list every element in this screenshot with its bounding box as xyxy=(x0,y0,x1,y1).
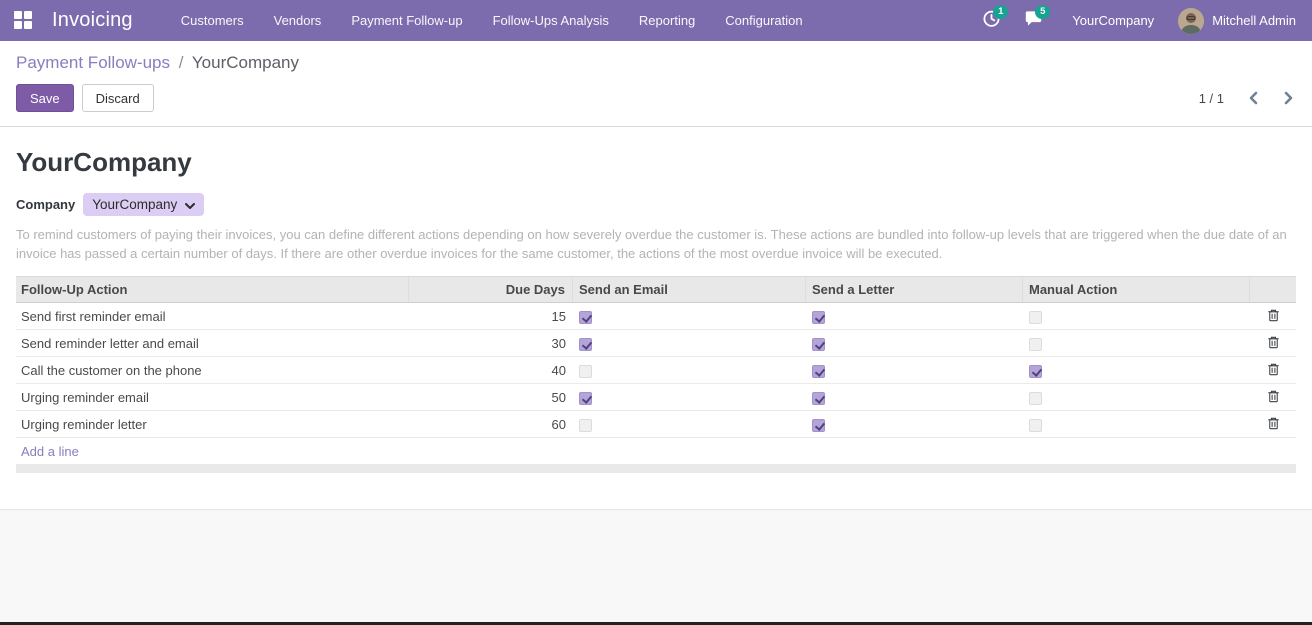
menu-vendors[interactable]: Vendors xyxy=(274,13,322,28)
followup-action-cell[interactable]: Call the customer on the phone xyxy=(16,363,409,378)
delete-row-button[interactable] xyxy=(1263,388,1284,407)
apps-menu-icon[interactable] xyxy=(14,11,34,31)
breadcrumb-current: YourCompany xyxy=(192,53,299,72)
discard-button[interactable]: Discard xyxy=(82,84,154,112)
header-due-days[interactable]: Due Days xyxy=(409,277,573,302)
activities-badge: 1 xyxy=(993,5,1008,19)
send-email-checkbox[interactable] xyxy=(579,365,592,378)
menu-customers[interactable]: Customers xyxy=(181,13,244,28)
avatar xyxy=(1178,8,1204,34)
pager-previous-button[interactable] xyxy=(1246,89,1260,107)
followup-action-cell[interactable]: Send first reminder email xyxy=(16,309,409,324)
menu-reporting[interactable]: Reporting xyxy=(639,13,695,28)
page: Invoicing Customers Vendors Payment Foll… xyxy=(0,0,1312,625)
trash-icon xyxy=(1267,416,1280,433)
send-email-checkbox[interactable] xyxy=(579,392,592,405)
send-letter-checkbox[interactable] xyxy=(812,392,825,405)
header-manual-action[interactable]: Manual Action xyxy=(1023,277,1250,302)
add-a-line-link[interactable]: Add a line xyxy=(21,444,79,459)
followup-table-row[interactable]: Send first reminder email 15 xyxy=(16,303,1296,330)
breadcrumb-separator: / xyxy=(179,53,184,72)
trash-icon xyxy=(1267,335,1280,352)
user-menu[interactable]: Mitchell Admin xyxy=(1178,8,1296,34)
chevron-down-icon xyxy=(185,197,195,212)
followup-table-row[interactable]: Call the customer on the phone 40 xyxy=(16,357,1296,384)
form-sheet: YourCompany Company YourCompany To remin… xyxy=(0,127,1312,509)
company-field-row: Company YourCompany xyxy=(16,193,1296,216)
company-select-value: YourCompany xyxy=(92,197,177,212)
menu-configuration[interactable]: Configuration xyxy=(725,13,802,28)
send-letter-checkbox[interactable] xyxy=(812,365,825,378)
header-send-an-email[interactable]: Send an Email xyxy=(573,277,806,302)
send-email-checkbox[interactable] xyxy=(579,419,592,432)
delete-row-button[interactable] xyxy=(1263,415,1284,434)
followup-table-row[interactable]: Send reminder letter and email 30 xyxy=(16,330,1296,357)
send-letter-checkbox[interactable] xyxy=(812,338,825,351)
due-days-cell[interactable]: 50 xyxy=(409,390,573,405)
control-panel: Payment Follow-ups / YourCompany Save Di… xyxy=(0,41,1312,127)
user-name: Mitchell Admin xyxy=(1212,13,1296,28)
followup-action-cell[interactable]: Urging reminder email xyxy=(16,390,409,405)
followup-table-header: Follow-Up Action Due Days Send an Email … xyxy=(16,277,1296,303)
table-footer-strip xyxy=(16,465,1296,473)
manual-action-checkbox[interactable] xyxy=(1029,311,1042,324)
due-days-cell[interactable]: 60 xyxy=(409,417,573,432)
send-email-checkbox[interactable] xyxy=(579,311,592,324)
send-email-checkbox[interactable] xyxy=(579,338,592,351)
followup-table: Follow-Up Action Due Days Send an Email … xyxy=(16,276,1296,473)
followup-action-cell[interactable]: Send reminder letter and email xyxy=(16,336,409,351)
add-line-row: Add a line xyxy=(16,438,1296,465)
company-field-label: Company xyxy=(16,197,75,212)
activities-button[interactable]: 1 xyxy=(978,10,1004,32)
menu-follow-ups-analysis[interactable]: Follow-Ups Analysis xyxy=(493,13,609,28)
page-background xyxy=(0,509,1312,622)
messages-badge: 5 xyxy=(1035,5,1050,19)
breadcrumb-parent-link[interactable]: Payment Follow-ups xyxy=(16,53,170,72)
manual-action-checkbox[interactable] xyxy=(1029,365,1042,378)
header-actions-column xyxy=(1250,277,1296,302)
followup-help-text: To remind customers of paying their invo… xyxy=(16,225,1296,263)
followup-action-cell[interactable]: Urging reminder letter xyxy=(16,417,409,432)
delete-row-button[interactable] xyxy=(1263,334,1284,353)
send-letter-checkbox[interactable] xyxy=(812,419,825,432)
due-days-cell[interactable]: 30 xyxy=(409,336,573,351)
delete-row-button[interactable] xyxy=(1263,307,1284,326)
due-days-cell[interactable]: 40 xyxy=(409,363,573,378)
systray: 1 5 YourCompany xyxy=(978,8,1296,34)
main-menu: Customers Vendors Payment Follow-up Foll… xyxy=(181,13,803,28)
delete-row-button[interactable] xyxy=(1263,361,1284,380)
save-button[interactable]: Save xyxy=(16,84,74,112)
pager-next-button[interactable] xyxy=(1282,89,1296,107)
app-name[interactable]: Invoicing xyxy=(52,9,133,32)
manual-action-checkbox[interactable] xyxy=(1029,419,1042,432)
followup-table-row[interactable]: Urging reminder letter 60 xyxy=(16,411,1296,438)
trash-icon xyxy=(1267,308,1280,325)
page-title: YourCompany xyxy=(16,147,1296,178)
menu-payment-follow-up[interactable]: Payment Follow-up xyxy=(351,13,462,28)
pager: 1 / 1 xyxy=(1199,89,1296,107)
trash-icon xyxy=(1267,362,1280,379)
send-letter-checkbox[interactable] xyxy=(812,311,825,324)
messages-button[interactable]: 5 xyxy=(1020,10,1046,32)
company-select[interactable]: YourCompany xyxy=(83,193,204,216)
due-days-cell[interactable]: 15 xyxy=(409,309,573,324)
manual-action-checkbox[interactable] xyxy=(1029,392,1042,405)
top-navbar: Invoicing Customers Vendors Payment Foll… xyxy=(0,0,1312,41)
followup-table-body: Send first reminder email 15 Send remind… xyxy=(16,303,1296,438)
followup-table-row[interactable]: Urging reminder email 50 xyxy=(16,384,1296,411)
pager-value: 1 / 1 xyxy=(1199,91,1224,106)
header-send-a-letter[interactable]: Send a Letter xyxy=(806,277,1023,302)
company-switcher[interactable]: YourCompany xyxy=(1072,13,1154,28)
manual-action-checkbox[interactable] xyxy=(1029,338,1042,351)
header-followup-action[interactable]: Follow-Up Action xyxy=(16,277,409,302)
breadcrumb: Payment Follow-ups / YourCompany xyxy=(16,53,1296,73)
trash-icon xyxy=(1267,389,1280,406)
